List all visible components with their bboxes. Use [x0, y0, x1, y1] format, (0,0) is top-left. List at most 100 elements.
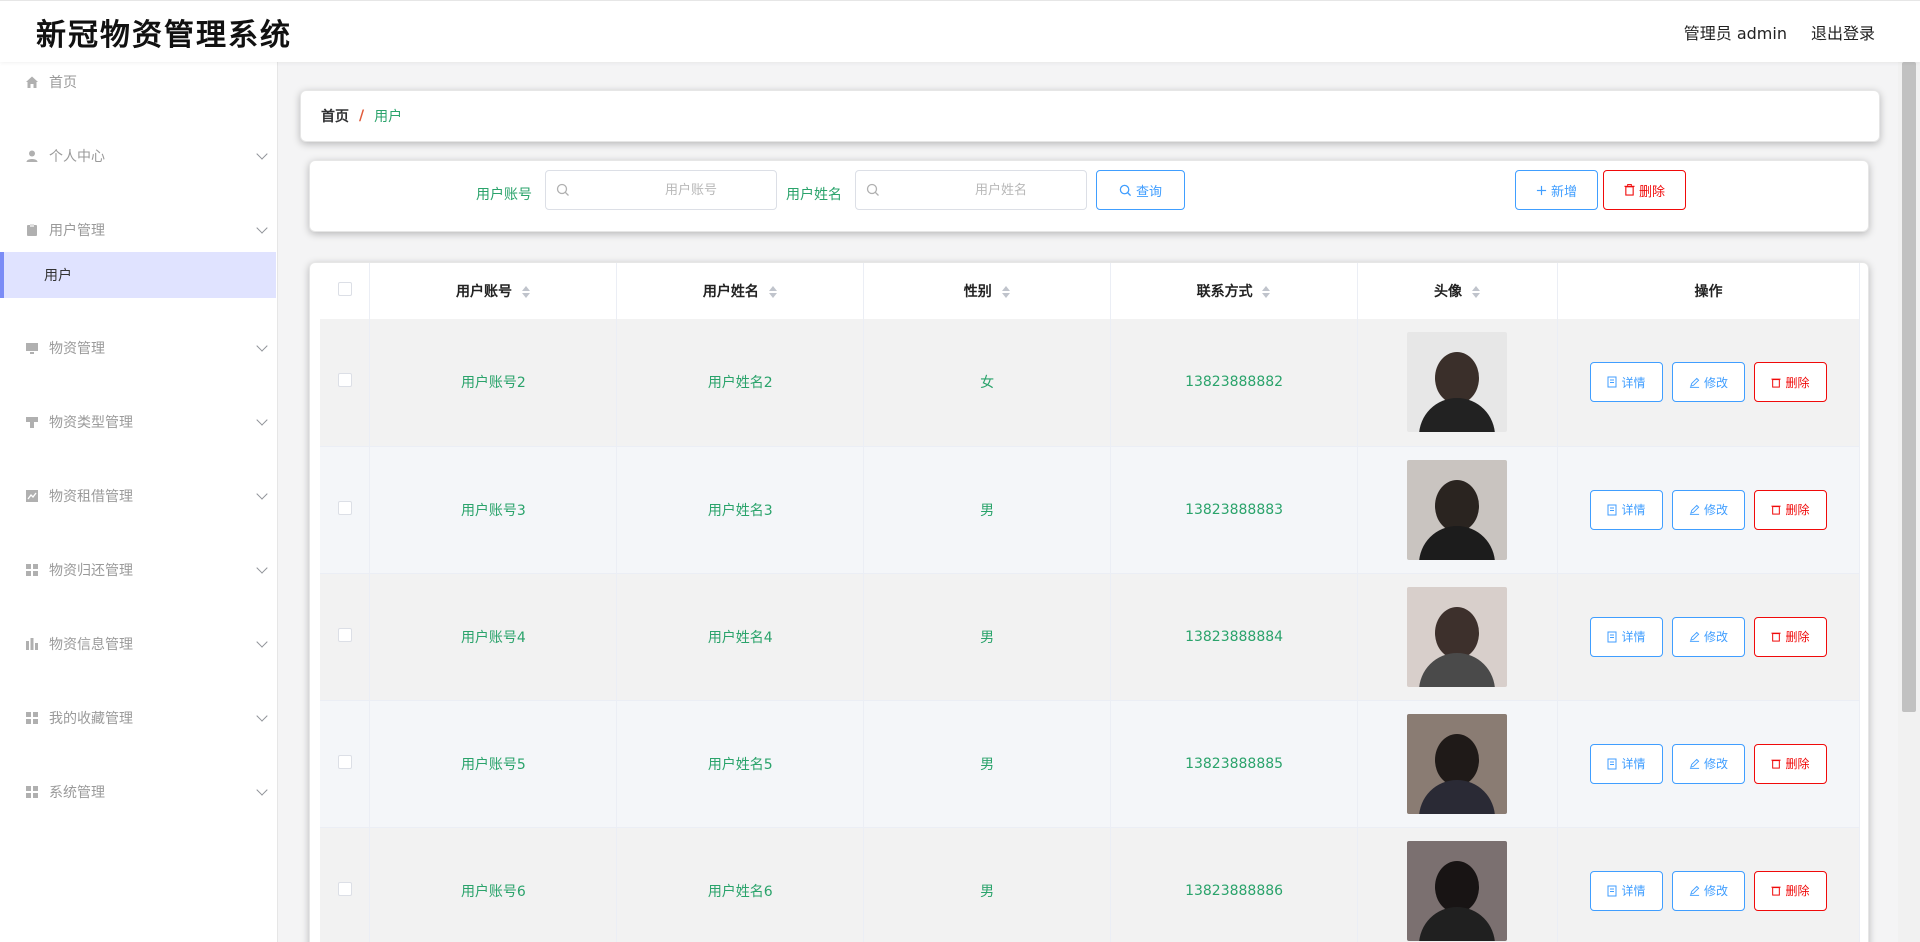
- sidebar-item-supply-info-management[interactable]: 物资信息管理: [0, 624, 276, 664]
- row-checkbox[interactable]: [337, 627, 352, 642]
- sidebar-item-personal-center[interactable]: 个人中心: [0, 136, 276, 176]
- delete-button[interactable]: 删除: [1753, 743, 1827, 784]
- delete-button-label: 删除: [1785, 630, 1810, 644]
- delete-button-label: 删除: [1785, 503, 1810, 517]
- sidebar-item-supply-type-management[interactable]: 物资类型管理: [0, 402, 276, 442]
- sidebar-item-home[interactable]: 首页: [0, 62, 276, 102]
- account-cell: 用户账号6: [369, 827, 618, 942]
- table-row: 用户账号2 用户姓名2 女 13823888882 详情 修改 删除: [320, 319, 1861, 447]
- edit-button[interactable]: 修改: [1671, 362, 1745, 403]
- batch-delete-button[interactable]: 删除: [1603, 170, 1686, 210]
- sort-icon[interactable]: [1261, 285, 1271, 299]
- document-icon: [1607, 504, 1617, 515]
- breadcrumb-home[interactable]: 首页: [321, 106, 349, 126]
- column-header-actions: 操作: [1557, 263, 1861, 319]
- delete-button-label: 删除: [1785, 375, 1810, 390]
- query-button[interactable]: 查询: [1096, 170, 1185, 210]
- detail-button[interactable]: 详情: [1589, 616, 1663, 657]
- header-user-area: 管理员 admin 退出登录: [1660, 20, 1875, 44]
- delete-button[interactable]: 删除: [1753, 870, 1827, 911]
- user-icon: [25, 149, 39, 163]
- sidebar-item-label: 个人中心: [49, 149, 105, 165]
- plus-icon: [1536, 185, 1547, 196]
- logout-link[interactable]: 退出登录: [1811, 20, 1875, 44]
- gender-cell: 男: [863, 827, 1112, 942]
- page-scrollbar-thumb[interactable]: [1902, 62, 1916, 712]
- column-header-phone[interactable]: 联系方式: [1110, 263, 1359, 319]
- search-icon: [556, 183, 570, 201]
- sort-icon[interactable]: [521, 285, 531, 299]
- admin-label: 管理员 admin: [1683, 23, 1787, 43]
- phone-cell: 13823888885: [1110, 700, 1359, 828]
- name-search-input[interactable]: [856, 171, 1086, 209]
- column-header-label: 联系方式: [1196, 284, 1253, 300]
- edit-button[interactable]: 修改: [1671, 489, 1745, 530]
- sidebar-item-users[interactable]: 用户: [0, 252, 276, 298]
- column-header-label: 性别: [963, 284, 992, 300]
- row-checkbox[interactable]: [337, 754, 352, 769]
- edit-button-label: 修改: [1703, 630, 1728, 644]
- gender-cell: 男: [863, 573, 1112, 701]
- name-search-label: 用户姓名: [786, 187, 842, 203]
- edit-button[interactable]: 修改: [1671, 870, 1745, 911]
- phone-cell: 13823888884: [1110, 573, 1359, 701]
- sort-icon[interactable]: [1471, 285, 1481, 299]
- select-all-checkbox[interactable]: [337, 282, 352, 296]
- sidebar-item-label: 系统管理: [49, 785, 105, 801]
- avatar-cell: [1357, 446, 1558, 574]
- sidebar-item-supply-lending-management[interactable]: 物资租借管理: [0, 476, 276, 516]
- sort-icon[interactable]: [768, 285, 778, 299]
- sort-icon[interactable]: [1001, 285, 1011, 299]
- breadcrumb: 首页 / 用户: [300, 90, 1880, 142]
- edit-icon: [1689, 377, 1700, 388]
- sidebar-item-user-management[interactable]: 用户管理: [0, 210, 276, 250]
- edit-button[interactable]: 修改: [1671, 616, 1745, 657]
- avatar[interactable]: [1407, 459, 1508, 560]
- delete-button[interactable]: 删除: [1753, 489, 1827, 530]
- column-header-account[interactable]: 用户账号: [369, 263, 618, 319]
- sidebar-item-supplies-management[interactable]: 物资管理: [0, 328, 276, 368]
- column-header-label: 用户姓名: [702, 284, 759, 300]
- column-header-label: 操作: [1694, 284, 1723, 300]
- detail-button-label: 详情: [1621, 503, 1646, 517]
- column-header-name[interactable]: 用户姓名: [616, 263, 865, 319]
- add-button[interactable]: 新增: [1515, 170, 1598, 210]
- avatar[interactable]: [1407, 713, 1508, 814]
- actions-cell: 详情 修改 删除: [1557, 700, 1861, 828]
- name-cell: 用户姓名4: [616, 573, 865, 701]
- edit-button[interactable]: 修改: [1671, 743, 1745, 784]
- delete-button[interactable]: 删除: [1753, 616, 1827, 657]
- avatar[interactable]: [1407, 332, 1508, 433]
- account-search-field[interactable]: [545, 170, 777, 210]
- avatar-cell: [1357, 319, 1558, 447]
- trash-icon: [1624, 184, 1635, 196]
- sidebar-item-supply-return-management[interactable]: 物资归还管理: [0, 550, 276, 590]
- detail-button[interactable]: 详情: [1589, 362, 1663, 403]
- actions-cell: 详情 修改 删除: [1557, 827, 1861, 942]
- edit-icon: [1689, 758, 1700, 769]
- edit-button-label: 修改: [1703, 884, 1728, 898]
- column-header-gender[interactable]: 性别: [863, 263, 1112, 319]
- detail-button[interactable]: 详情: [1589, 870, 1663, 911]
- avatar-cell: [1357, 573, 1558, 701]
- row-checkbox[interactable]: [337, 881, 352, 896]
- column-header-avatar[interactable]: 头像: [1357, 263, 1558, 319]
- account-search-input[interactable]: [546, 171, 776, 209]
- sidebar-item-system-management[interactable]: 系统管理: [0, 772, 276, 812]
- bar-chart-icon: [25, 637, 39, 651]
- table-header-row: 用户账号 用户姓名 性别 联系方式 头像 操作: [320, 263, 1861, 319]
- detail-button[interactable]: 详情: [1589, 489, 1663, 530]
- detail-button-label: 详情: [1621, 884, 1646, 898]
- sidebar-item-label: 用户管理: [49, 223, 105, 239]
- chevron-down-icon: [256, 222, 268, 234]
- delete-button[interactable]: 删除: [1753, 362, 1827, 403]
- row-checkbox[interactable]: [337, 500, 352, 515]
- avatar[interactable]: [1407, 586, 1508, 687]
- actions-cell: 详情 修改 删除: [1557, 446, 1861, 574]
- sidebar-item-favorites-management[interactable]: 我的收藏管理: [0, 698, 276, 738]
- detail-button[interactable]: 详情: [1589, 743, 1663, 784]
- row-checkbox[interactable]: [337, 373, 352, 388]
- name-search-field[interactable]: [855, 170, 1087, 210]
- actions-cell: 详情 修改 删除: [1557, 573, 1861, 701]
- avatar[interactable]: [1407, 840, 1508, 941]
